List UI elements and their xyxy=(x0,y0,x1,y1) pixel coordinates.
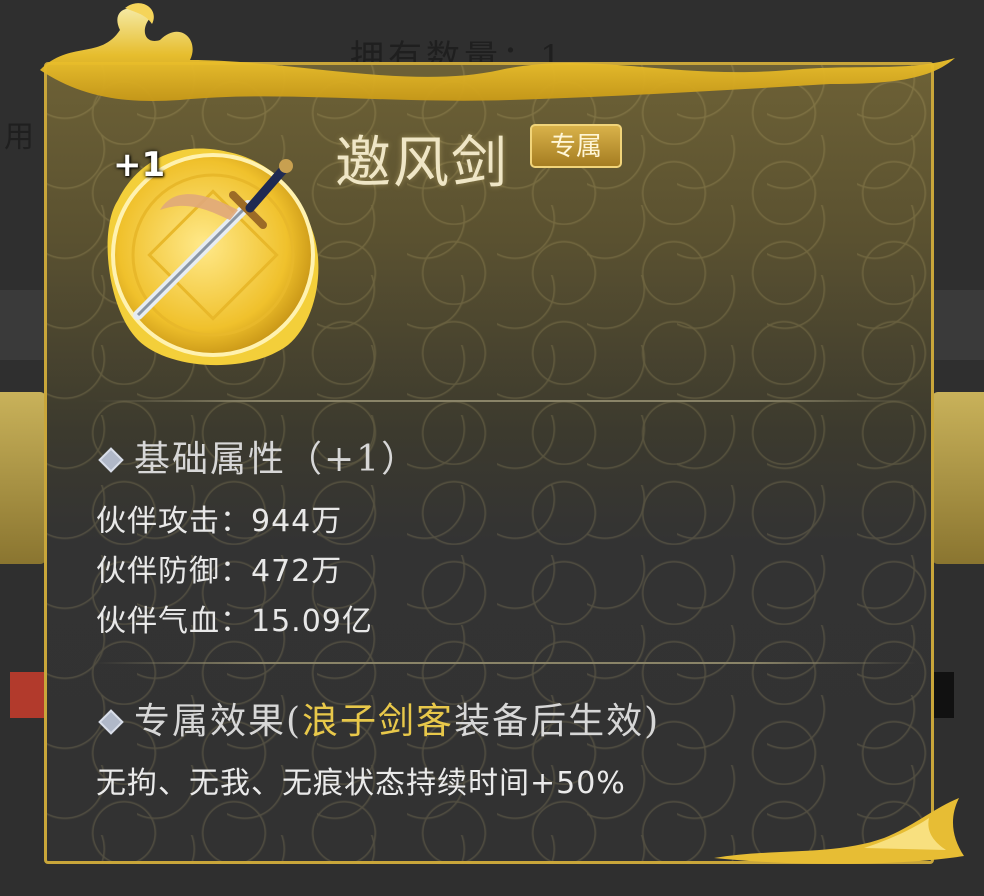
divider-top xyxy=(96,400,916,402)
exclusive-effect-text: 无拘、无我、无痕状态持续时间+50% xyxy=(96,766,626,801)
stat-hp: 伙伴气血：15.09亿 xyxy=(96,604,373,639)
enhance-level: +1 xyxy=(113,145,166,185)
hero-name: 浪子剑客 xyxy=(302,701,455,742)
exclusive-badge: 专属 xyxy=(530,124,622,168)
stat-defense: 伙伴防御：472万 xyxy=(96,554,343,589)
diamond-icon xyxy=(98,709,124,735)
item-slot-right[interactable] xyxy=(932,392,984,564)
base-attributes-header: 基础属性（+1） xyxy=(96,430,419,482)
diamond-icon xyxy=(98,447,124,473)
divider-middle xyxy=(96,662,916,664)
stat-attack: 伙伴攻击：944万 xyxy=(96,504,343,539)
flame-decoration-bottom xyxy=(714,798,964,864)
exclusive-effect-header: 专属效果(浪子剑客装备后生效) xyxy=(96,692,660,744)
flame-decoration-top xyxy=(40,3,955,101)
item-name: 邀风剑 xyxy=(335,131,509,196)
item-slot-left[interactable] xyxy=(0,392,46,564)
red-marker xyxy=(10,672,44,718)
